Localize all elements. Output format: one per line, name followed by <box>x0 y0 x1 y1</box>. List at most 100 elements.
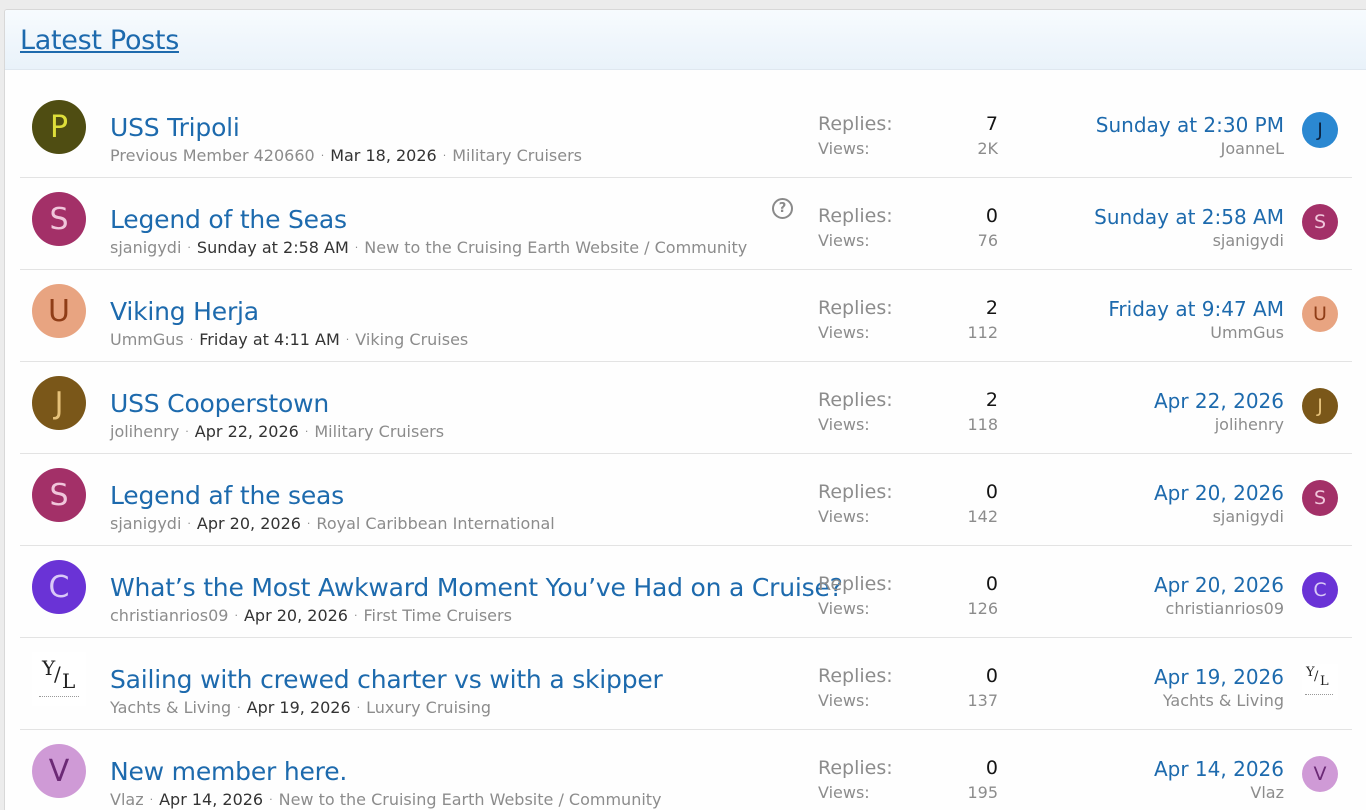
thread-forum-link[interactable]: Viking Cruises <box>355 330 468 349</box>
thread-title-link[interactable]: USS Tripoli <box>110 113 240 142</box>
thread-start-date[interactable]: Apr 20, 2026 <box>244 606 348 625</box>
last-post-date-link[interactable]: Friday at 9:47 AM <box>1108 296 1284 322</box>
thread-author-link[interactable]: Vlaz <box>110 790 144 809</box>
last-poster-avatar[interactable]: V <box>1302 756 1338 792</box>
thread-meta: Previous Member 420660 · Mar 18, 2026 · Mili… <box>110 146 582 165</box>
last-post-user-link[interactable]: sjanigydi <box>1154 506 1284 528</box>
thread-forum-link[interactable]: New to the Cruising Earth Website / Comm… <box>279 790 662 809</box>
author-avatar[interactable]: C <box>32 560 86 614</box>
author-avatar[interactable]: P <box>32 100 86 154</box>
last-post-date-link[interactable]: Apr 20, 2026 <box>1154 480 1284 506</box>
views-stat: Views: 142 <box>818 507 998 529</box>
replies-label: Replies: <box>818 573 893 595</box>
latest-posts-link[interactable]: Latest Posts <box>20 25 179 56</box>
last-post-date-link[interactable]: Sunday at 2:30 PM <box>1096 112 1284 138</box>
views-count: 142 <box>967 507 998 526</box>
last-post-user-link[interactable]: jolihenry <box>1154 414 1284 436</box>
last-post-user-link[interactable]: christianrios09 <box>1154 598 1284 620</box>
thread-author-link[interactable]: jolihenry <box>110 422 179 441</box>
thread-forum-link[interactable]: New to the Cruising Earth Website / Comm… <box>364 238 747 257</box>
views-stat: Views: 2K <box>818 139 998 161</box>
thread-title-link[interactable]: Viking Herja <box>110 297 259 326</box>
author-avatar[interactable]: J <box>32 376 86 430</box>
thread-row: Y / L Sailing with crewed charter vs with … <box>20 638 1352 730</box>
thread-title-link[interactable]: USS Cooperstown <box>110 389 329 418</box>
last-post-date-link[interactable]: Apr 20, 2026 <box>1154 572 1284 598</box>
meta-separator: · <box>237 701 241 714</box>
views-label: Views: <box>818 599 870 618</box>
last-post-date-link[interactable]: Sunday at 2:58 AM <box>1094 204 1284 230</box>
views-count: 112 <box>967 323 998 342</box>
thread-forum-link[interactable]: Military Cruisers <box>452 146 582 165</box>
author-avatar[interactable]: U <box>32 284 86 338</box>
thread-meta: UmmGus · Friday at 4:11 AM · Viking Cruises <box>110 330 468 349</box>
meta-separator: · <box>442 149 447 162</box>
thread-author-link[interactable]: christianrios09 <box>110 606 228 625</box>
replies-stat: Replies: 0 <box>818 481 998 507</box>
last-post-info: Friday at 9:47 AM UmmGus <box>1108 296 1284 344</box>
meta-separator: · <box>354 241 359 254</box>
last-post-user-link[interactable]: JoanneL <box>1096 138 1284 160</box>
meta-separator: · <box>234 609 238 622</box>
last-post-user-link[interactable]: sjanigydi <box>1094 230 1284 252</box>
thread-row: P USS Tripoli Previous Member 420660 · Mar… <box>20 86 1352 178</box>
thread-forum-link[interactable]: First Time Cruisers <box>363 606 511 625</box>
thread-start-date[interactable]: Apr 20, 2026 <box>197 514 301 533</box>
last-post-user-link[interactable]: UmmGus <box>1108 322 1284 344</box>
thread-start-date[interactable]: Sunday at 2:58 AM <box>197 238 349 257</box>
last-post-date-link[interactable]: Apr 19, 2026 <box>1154 664 1284 690</box>
replies-count: 7 <box>985 113 998 135</box>
views-stat: Views: 76 <box>818 231 998 253</box>
meta-separator: · <box>149 793 154 806</box>
meta-separator: · <box>353 609 358 622</box>
replies-count: 2 <box>985 389 998 411</box>
author-avatar[interactable]: S <box>32 192 86 246</box>
yachts-living-logo-icon: Y / L <box>32 652 86 706</box>
thread-forum-link[interactable]: Military Cruisers <box>314 422 444 441</box>
thread-meta: christianrios09 · Apr 20, 2026 · First Time … <box>110 606 512 625</box>
last-poster-avatar[interactable]: S <box>1302 204 1338 240</box>
last-post-user-link[interactable]: Vlaz <box>1154 782 1284 804</box>
author-avatar[interactable]: Y / L <box>32 652 86 706</box>
thread-stats: Replies: 7 Views: 2K <box>818 113 998 161</box>
views-count: 118 <box>967 415 998 434</box>
last-poster-avatar[interactable]: J <box>1302 112 1338 148</box>
last-poster-avatar[interactable]: C <box>1302 572 1338 608</box>
thread-author-link[interactable]: sjanigydi <box>110 514 181 533</box>
thread-forum-link[interactable]: Luxury Cruising <box>366 698 491 717</box>
last-post-user-link[interactable]: Yachts & Living <box>1154 690 1284 712</box>
author-avatar[interactable]: S <box>32 468 86 522</box>
thread-title-link[interactable]: New member here. <box>110 757 347 786</box>
thread-title-link[interactable]: What’s the Most Awkward Moment You’ve Ha… <box>110 573 843 602</box>
thread-start-date[interactable]: Apr 19, 2026 <box>247 698 351 717</box>
replies-label: Replies: <box>818 665 893 687</box>
author-avatar[interactable]: V <box>32 744 86 798</box>
last-poster-avatar[interactable]: Y / L <box>1302 664 1338 700</box>
last-poster-avatar[interactable]: S <box>1302 480 1338 516</box>
thread-forum-link[interactable]: Royal Caribbean International <box>316 514 554 533</box>
thread-start-date[interactable]: Apr 14, 2026 <box>159 790 263 809</box>
thread-author-link[interactable]: sjanigydi <box>110 238 181 257</box>
thread-start-date[interactable]: Friday at 4:11 AM <box>199 330 340 349</box>
meta-separator: · <box>189 333 194 346</box>
views-count: 126 <box>967 599 998 618</box>
thread-title-link[interactable]: Legend af the seas <box>110 481 344 510</box>
thread-start-date[interactable]: Mar 18, 2026 <box>330 146 437 165</box>
thread-author-link[interactable]: Previous Member 420660 <box>110 146 315 165</box>
replies-stat: Replies: 0 <box>818 205 998 231</box>
last-poster-avatar[interactable]: J <box>1302 388 1338 424</box>
thread-author-link[interactable]: UmmGus <box>110 330 184 349</box>
thread-stats: Replies: 2 Views: 118 <box>818 389 998 437</box>
replies-label: Replies: <box>818 205 893 227</box>
panel-header: Latest Posts <box>5 10 1366 70</box>
thread-title-link[interactable]: Sailing with crewed charter vs with a sk… <box>110 665 663 694</box>
thread-start-date[interactable]: Apr 22, 2026 <box>195 422 299 441</box>
last-poster-avatar[interactable]: U <box>1302 296 1338 332</box>
last-post-info: Apr 14, 2026 Vlaz <box>1154 756 1284 804</box>
views-count: 76 <box>977 231 998 250</box>
thread-title-link[interactable]: Legend of the Seas <box>110 205 347 234</box>
thread-author-link[interactable]: Yachts & Living <box>110 698 231 717</box>
last-post-date-link[interactable]: Apr 14, 2026 <box>1154 756 1284 782</box>
last-post-date-link[interactable]: Apr 22, 2026 <box>1154 388 1284 414</box>
thread-stats: Replies: 0 Views: 142 <box>818 481 998 529</box>
